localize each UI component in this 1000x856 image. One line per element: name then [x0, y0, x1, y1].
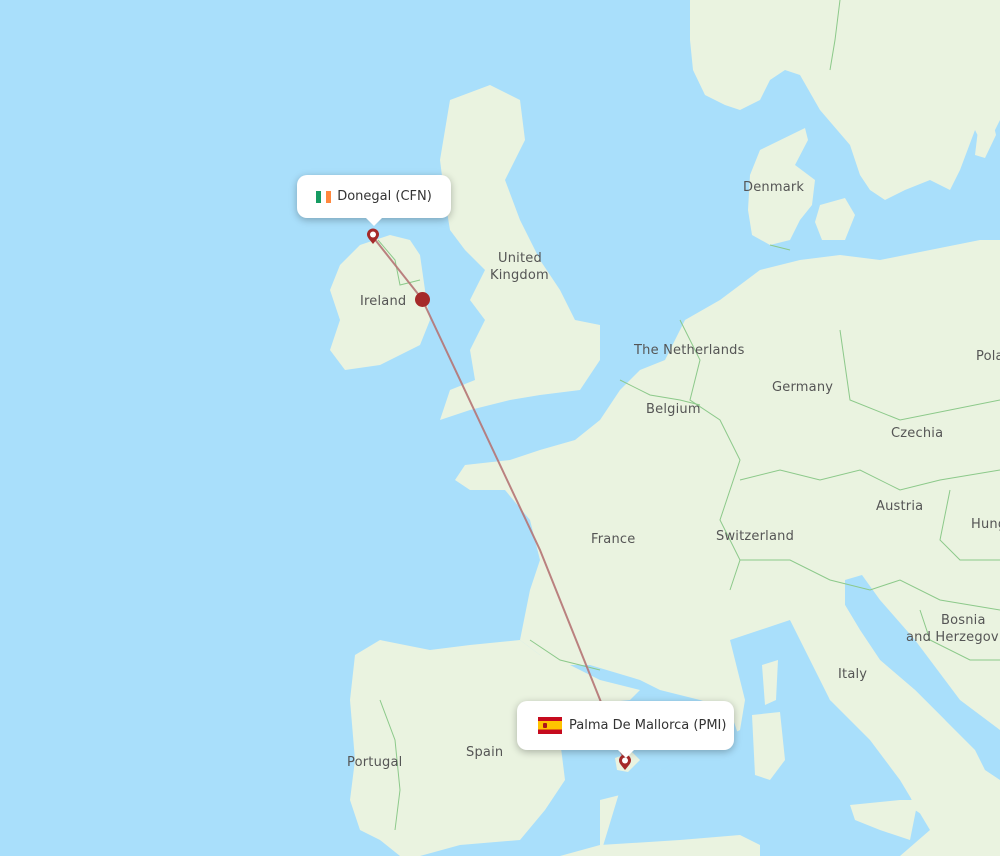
ireland-flag-icon	[316, 190, 332, 203]
country-label-spain: Spain	[466, 745, 504, 760]
country-label-ireland: Ireland	[360, 294, 407, 309]
country-label-hungary: Hung	[971, 517, 1000, 532]
country-label-united-kingdom: United	[498, 251, 542, 266]
country-label-austria: Austria	[876, 499, 924, 514]
origin-airport-popup[interactable]: Donegal (CFN)	[297, 175, 451, 226]
country-label-poland: Pola	[976, 349, 1000, 364]
country-label-bosnia-line2: and Herzegov	[906, 630, 999, 645]
origin-location-pin-icon[interactable]	[366, 228, 380, 245]
destination-airport-label: Palma De Mallorca (PMI)	[569, 718, 727, 733]
country-label-belgium: Belgium	[646, 402, 701, 417]
country-label-italy: Italy	[838, 667, 868, 682]
map-base-layer	[0, 0, 1000, 856]
country-label-denmark: Denmark	[743, 180, 805, 195]
country-label-germany: Germany	[772, 380, 834, 395]
country-label-switzerland: Switzerland	[716, 529, 795, 544]
country-label-portugal: Portugal	[347, 755, 403, 770]
stopover-marker[interactable]	[415, 292, 430, 307]
origin-airport-label: Donegal (CFN)	[337, 189, 432, 204]
flight-route-map[interactable]: Denmark United Kingdom Ireland The Nethe…	[0, 0, 1000, 856]
destination-airport-popup[interactable]: Palma De Mallorca (PMI)	[517, 701, 734, 758]
country-label-bosnia: Bosnia	[941, 613, 986, 628]
country-label-france: France	[591, 532, 636, 547]
country-label-united-kingdom-line2: Kingdom	[490, 268, 549, 283]
country-label-netherlands: The Netherlands	[634, 343, 745, 358]
spain-flag-icon	[538, 717, 562, 734]
country-label-czechia: Czechia	[891, 426, 944, 441]
